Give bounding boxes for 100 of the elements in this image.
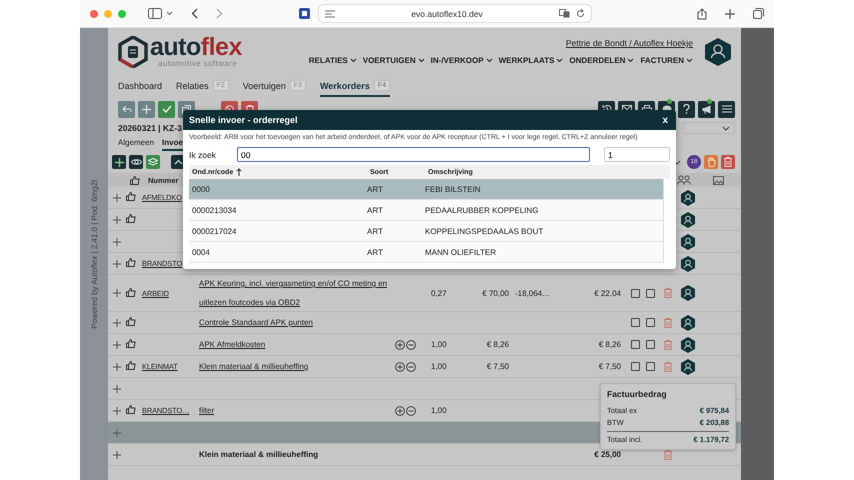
caret-icon [556, 58, 564, 63]
checkbox[interactable] [631, 288, 640, 298]
trash-icon[interactable] [664, 450, 672, 460]
stack-button[interactable] [146, 155, 160, 169]
close-window-icon[interactable] [90, 10, 98, 18]
checkbox[interactable] [646, 318, 655, 327]
search-field[interactable]: 00 [237, 147, 590, 162]
page-menu-icon[interactable] [325, 10, 335, 18]
share-icon[interactable] [697, 8, 707, 20]
table-row[interactable]: Controle Standaard APK punten [108, 312, 741, 334]
expand-icon[interactable] [113, 406, 121, 414]
expand-icon[interactable] [113, 362, 121, 370]
nav-tab[interactable]: Dashboard [118, 76, 162, 96]
undo-button[interactable] [118, 100, 135, 118]
menu-item[interactable]: WERKPLAATS [498, 56, 564, 65]
decrease-icon[interactable] [406, 340, 416, 350]
description-cell: FEBI BILSTEIN [425, 184, 481, 194]
clear-button[interactable] [721, 155, 735, 169]
thumbs-up-icon[interactable] [126, 339, 136, 348]
menu-item[interactable]: IN-/VERKOOP [430, 56, 493, 65]
description-link[interactable]: APK Afmeldkosten [199, 340, 395, 349]
plus-icon [114, 158, 124, 166]
description-link[interactable]: Klein materiaal & millieuheffing [199, 362, 395, 371]
mechanic-avatar-icon[interactable] [681, 336, 695, 352]
thumbs-up-icon[interactable] [126, 214, 136, 223]
quantity-field[interactable]: 1 [604, 147, 670, 162]
result-row[interactable]: 0000217024 ART KOPPELINGSPEDAALAS BOUT [189, 221, 663, 242]
mechanic-avatar-icon[interactable] [681, 285, 695, 301]
thumbs-up-icon[interactable] [126, 361, 136, 370]
mechanic-avatar-icon[interactable] [681, 256, 695, 272]
expand-icon[interactable] [113, 238, 121, 246]
result-row[interactable]: 0000213034 ART PEDAALRUBBER KOPPELING [189, 200, 663, 221]
checkbox[interactable] [631, 340, 640, 349]
expand-icon[interactable] [113, 194, 121, 202]
mechanic-avatar-icon[interactable] [681, 190, 695, 206]
decrease-icon[interactable] [406, 406, 416, 416]
plus-icon[interactable] [725, 8, 735, 18]
search-label: Ik zoek [189, 150, 217, 160]
reload-icon[interactable] [576, 9, 585, 18]
version-text: Powered by Autoflex | 2.41.0 | Pod: 6mg2l [90, 180, 98, 328]
mechanic-avatar-icon[interactable] [681, 314, 695, 330]
increase-icon[interactable] [395, 362, 405, 372]
result-row[interactable]: 0004 ART MANN OLIEFILTER [189, 242, 663, 263]
thumbs-up-icon[interactable] [126, 317, 136, 326]
expand-icon[interactable] [113, 340, 121, 348]
menu-item[interactable]: RELATIES [308, 56, 357, 65]
expand-icon[interactable] [113, 318, 121, 326]
expand-icon[interactable] [113, 384, 121, 392]
mechanic-avatar-icon[interactable] [681, 358, 695, 374]
address-bar[interactable]: evo.autoflex10.dev [318, 4, 592, 23]
eye-button[interactable] [129, 155, 143, 169]
quantity-cell: 1,00 [431, 406, 447, 415]
expand-icon[interactable] [113, 216, 121, 224]
decrease-icon[interactable] [406, 362, 416, 372]
tabs-icon[interactable] [753, 8, 764, 19]
checkbox[interactable] [631, 318, 640, 327]
thumbs-up-icon[interactable] [126, 405, 136, 414]
thumbs-up-icon[interactable] [126, 258, 136, 267]
increase-icon[interactable] [395, 340, 405, 350]
menu-item[interactable]: ONDERDELEN [569, 56, 634, 65]
close-button[interactable]: x [660, 114, 670, 126]
help-button[interactable] [678, 100, 695, 118]
user-link[interactable]: Pettrie de Bondt / Autoflex Hoekje [566, 38, 693, 48]
table-row[interactable]: APK Afmeldkosten 1,00 € 8,26 € 8,26 [108, 334, 741, 356]
checkbox[interactable] [646, 362, 655, 371]
type-cell-text: ART [367, 226, 384, 236]
menu-item[interactable]: VOERTUIGEN [362, 56, 425, 65]
mechanic-avatar-icon[interactable] [681, 234, 695, 250]
menu-button[interactable] [718, 100, 735, 118]
increase-icon[interactable] [395, 406, 405, 416]
translate-icon[interactable] [559, 9, 570, 18]
checkbox[interactable] [631, 362, 640, 371]
description-link[interactable]: APK Keuring, incl. viergasmeting en/of CO meting en [199, 279, 395, 288]
thumbs-up-icon[interactable] [126, 288, 136, 296]
user-avatar-icon[interactable] [705, 38, 731, 66]
back-icon[interactable] [191, 8, 198, 19]
site-icon [299, 8, 310, 19]
megaphone-button[interactable] [698, 100, 715, 118]
thumbs-up-icon[interactable] [126, 192, 136, 201]
caret-icon [722, 126, 730, 130]
description-link[interactable]: filter [199, 406, 395, 415]
menu-item[interactable]: FACTUREN [640, 56, 693, 65]
description-link[interactable]: uitlezen foutcodes via OBD2 [199, 298, 395, 307]
expand-icon[interactable] [113, 260, 121, 268]
caret-icon [686, 58, 693, 63]
add-line-button[interactable] [112, 155, 126, 169]
image-icon [713, 176, 724, 184]
section-tab[interactable]: Algemeen [118, 138, 154, 151]
checkbox[interactable] [646, 340, 655, 349]
chevron-down-icon[interactable] [166, 11, 173, 16]
sidebar-icon[interactable] [148, 8, 162, 19]
expand-icon[interactable] [113, 289, 121, 297]
mechanic-avatar-icon[interactable] [681, 212, 695, 228]
checkbox[interactable] [646, 288, 655, 298]
confirm-button[interactable] [158, 100, 175, 118]
add-button[interactable] [138, 100, 155, 118]
expand-icon[interactable] [113, 450, 121, 458]
result-row[interactable]: 0000 ART FEBI BILSTEIN [189, 179, 663, 200]
description-link[interactable]: Controle Standaard APK punten [199, 318, 395, 327]
total-cell: € 22,04 [594, 288, 621, 298]
